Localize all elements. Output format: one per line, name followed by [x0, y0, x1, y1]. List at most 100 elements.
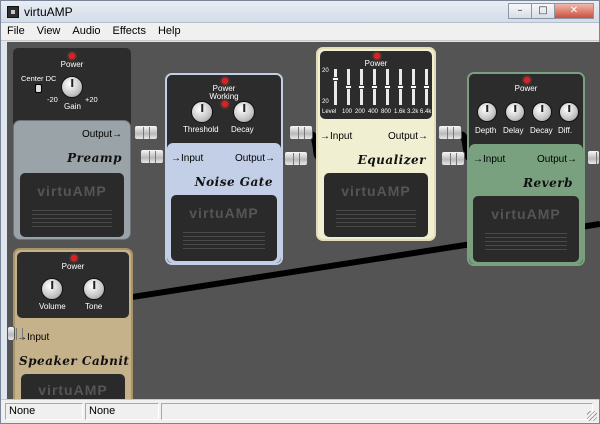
preamp-gain-min: -20: [47, 95, 58, 104]
menu-audio[interactable]: Audio: [66, 23, 106, 40]
noise-gate-decay-label: Decay: [231, 125, 254, 134]
pedal-preamp[interactable]: Power Center DC -20 +20 Gain Output→ Pre…: [13, 48, 131, 240]
window-controls: – □ ✕: [508, 3, 594, 19]
status-field-3: [161, 403, 593, 420]
noise-gate-decay-knob[interactable]: [233, 101, 255, 123]
maximize-button[interactable]: □: [531, 3, 555, 19]
preamp-power-label: Power: [60, 60, 84, 69]
reverb-input-label: →Input: [473, 154, 506, 165]
eq-band-label-800: 800: [381, 109, 392, 115]
preamp-footswitch[interactable]: virtuAMP: [20, 173, 124, 237]
reverb-output-label: Output→: [536, 154, 577, 165]
noise-gate-threshold-label: Threshold: [183, 125, 219, 134]
noise-gate-body: →Input Output→ Noise Gate virtuAMP: [167, 143, 281, 263]
preamp-toggle-label: Center DC: [21, 74, 57, 83]
status-field-1: None: [5, 403, 83, 420]
pedal-noise-gate[interactable]: Power Working Threshold Decay →Input Out…: [165, 73, 283, 265]
reverb-diffusion-label: Diff.: [558, 126, 573, 135]
equalizer-scale-top: 20: [322, 68, 329, 74]
resize-grip[interactable]: [587, 411, 597, 421]
app-icon[interactable]: [7, 6, 19, 18]
equalizer-footswitch[interactable]: virtuAMP: [324, 173, 428, 237]
reverb-output-jack[interactable]: [587, 150, 600, 165]
speaker-cabinet-control-panel: Power Volume Tone: [17, 252, 129, 318]
equalizer-output-label: Output→: [387, 131, 428, 142]
preamp-name: Preamp: [67, 151, 122, 165]
reverb-brand: virtuAMP: [491, 206, 561, 222]
noise-gate-input-label: →Input: [171, 153, 204, 164]
reverb-depth-knob[interactable]: [477, 102, 497, 122]
speaker-cabinet-power-label: Power: [61, 262, 85, 271]
speaker-cabinet-tone-knob[interactable]: [83, 278, 105, 300]
eq-slider-400[interactable]: [371, 69, 378, 105]
minimize-button[interactable]: –: [508, 3, 532, 19]
eq-band-label-1-6k: 1.6k: [394, 109, 406, 115]
noise-gate-threshold-knob[interactable]: [191, 101, 213, 123]
noise-gate-control-panel: Power Working Threshold Decay: [167, 75, 281, 143]
eq-slider-100[interactable]: [345, 69, 352, 105]
equalizer-output-jack[interactable]: [438, 125, 462, 140]
equalizer-control-panel: Power 20 20 Level 100 200 400 800 1.6k 3…: [320, 51, 432, 119]
eq-slider-200[interactable]: [358, 69, 365, 105]
noise-gate-brand: virtuAMP: [189, 205, 259, 221]
reverb-name: Reverb: [523, 176, 573, 190]
preamp-output-label: Output→: [81, 129, 122, 140]
eq-band-label-100: 100: [342, 109, 353, 115]
eq-band-label-200: 200: [355, 109, 366, 115]
menu-bar: File View Audio Effects Help: [1, 23, 599, 41]
menu-file[interactable]: File: [1, 23, 31, 40]
speaker-cabinet-footswitch[interactable]: virtuAMP: [21, 374, 125, 399]
preamp-output-jack[interactable]: [134, 125, 158, 140]
eq-slider-6-4k[interactable]: [423, 69, 430, 105]
equalizer-input-jack-left[interactable]: [284, 151, 308, 166]
preamp-gain-knob[interactable]: [61, 76, 83, 98]
preamp-center-dc-switch[interactable]: [35, 84, 42, 93]
preamp-power-led[interactable]: [69, 53, 75, 59]
reverb-diffusion-knob[interactable]: [559, 102, 579, 122]
close-button[interactable]: ✕: [554, 3, 594, 19]
status-bar: None None: [1, 399, 599, 423]
speaker-cabinet-input-jack[interactable]: [7, 326, 23, 341]
equalizer-brand: virtuAMP: [341, 183, 411, 199]
preamp-gain-max: +20: [85, 95, 98, 104]
speaker-cabinet-volume-label: Volume: [39, 302, 66, 311]
reverb-delay-label: Delay: [503, 126, 524, 135]
eq-band-label-3-2k: 3.2k: [407, 109, 419, 115]
eq-slider-1-6k[interactable]: [397, 69, 404, 105]
equalizer-name: Equalizer: [357, 153, 426, 167]
noise-gate-output-jack[interactable]: [289, 125, 313, 140]
speaker-cabinet-name: Speaker Cabnit: [19, 354, 130, 368]
reverb-input-jack[interactable]: [441, 151, 465, 166]
pedal-reverb[interactable]: Power Depth Delay Decay Diff. →Input Out…: [467, 72, 585, 266]
speaker-cabinet-brand: virtuAMP: [38, 382, 108, 398]
preamp-brand: virtuAMP: [37, 183, 107, 199]
reverb-power-label: Power: [514, 84, 538, 93]
noise-gate-input-jack[interactable]: [140, 149, 164, 164]
speaker-cabinet-volume-knob[interactable]: [41, 278, 63, 300]
reverb-body: →Input Output→ Reverb virtuAMP: [469, 144, 583, 264]
pedalboard-canvas[interactable]: Power Center DC -20 +20 Gain Output→ Pre…: [7, 42, 600, 399]
noise-gate-working-led: [222, 101, 228, 107]
menu-effects[interactable]: Effects: [107, 23, 152, 40]
eq-band-label-6-4k: 6.4k: [420, 109, 432, 115]
pedal-speaker-cabinet[interactable]: Power Volume Tone →Input Speaker Cabnit …: [13, 248, 133, 399]
reverb-footswitch[interactable]: virtuAMP: [473, 196, 579, 262]
equalizer-power-label: Power: [364, 59, 388, 68]
noise-gate-footswitch[interactable]: virtuAMP: [171, 195, 277, 261]
speaker-cabinet-power-led[interactable]: [71, 255, 77, 261]
preamp-body: Output→ Preamp virtuAMP: [13, 120, 131, 240]
reverb-delay-knob[interactable]: [505, 102, 525, 122]
speaker-cabinet-tone-label: Tone: [85, 302, 103, 311]
eq-slider-800[interactable]: [384, 69, 391, 105]
reverb-decay-knob[interactable]: [532, 102, 552, 122]
pedal-equalizer[interactable]: Power 20 20 Level 100 200 400 800 1.6k 3…: [316, 47, 436, 241]
equalizer-input-label: →Input: [320, 131, 353, 142]
eq-slider-level[interactable]: [332, 69, 339, 105]
title-bar[interactable]: virtuAMP – □ ✕: [1, 1, 599, 23]
menu-view[interactable]: View: [31, 23, 67, 40]
reverb-power-led[interactable]: [524, 77, 530, 83]
preamp-control-panel: Power Center DC -20 +20 Gain: [13, 48, 131, 120]
noise-gate-working-label: Working: [209, 92, 239, 101]
menu-help[interactable]: Help: [152, 23, 187, 40]
eq-slider-3-2k[interactable]: [410, 69, 417, 105]
